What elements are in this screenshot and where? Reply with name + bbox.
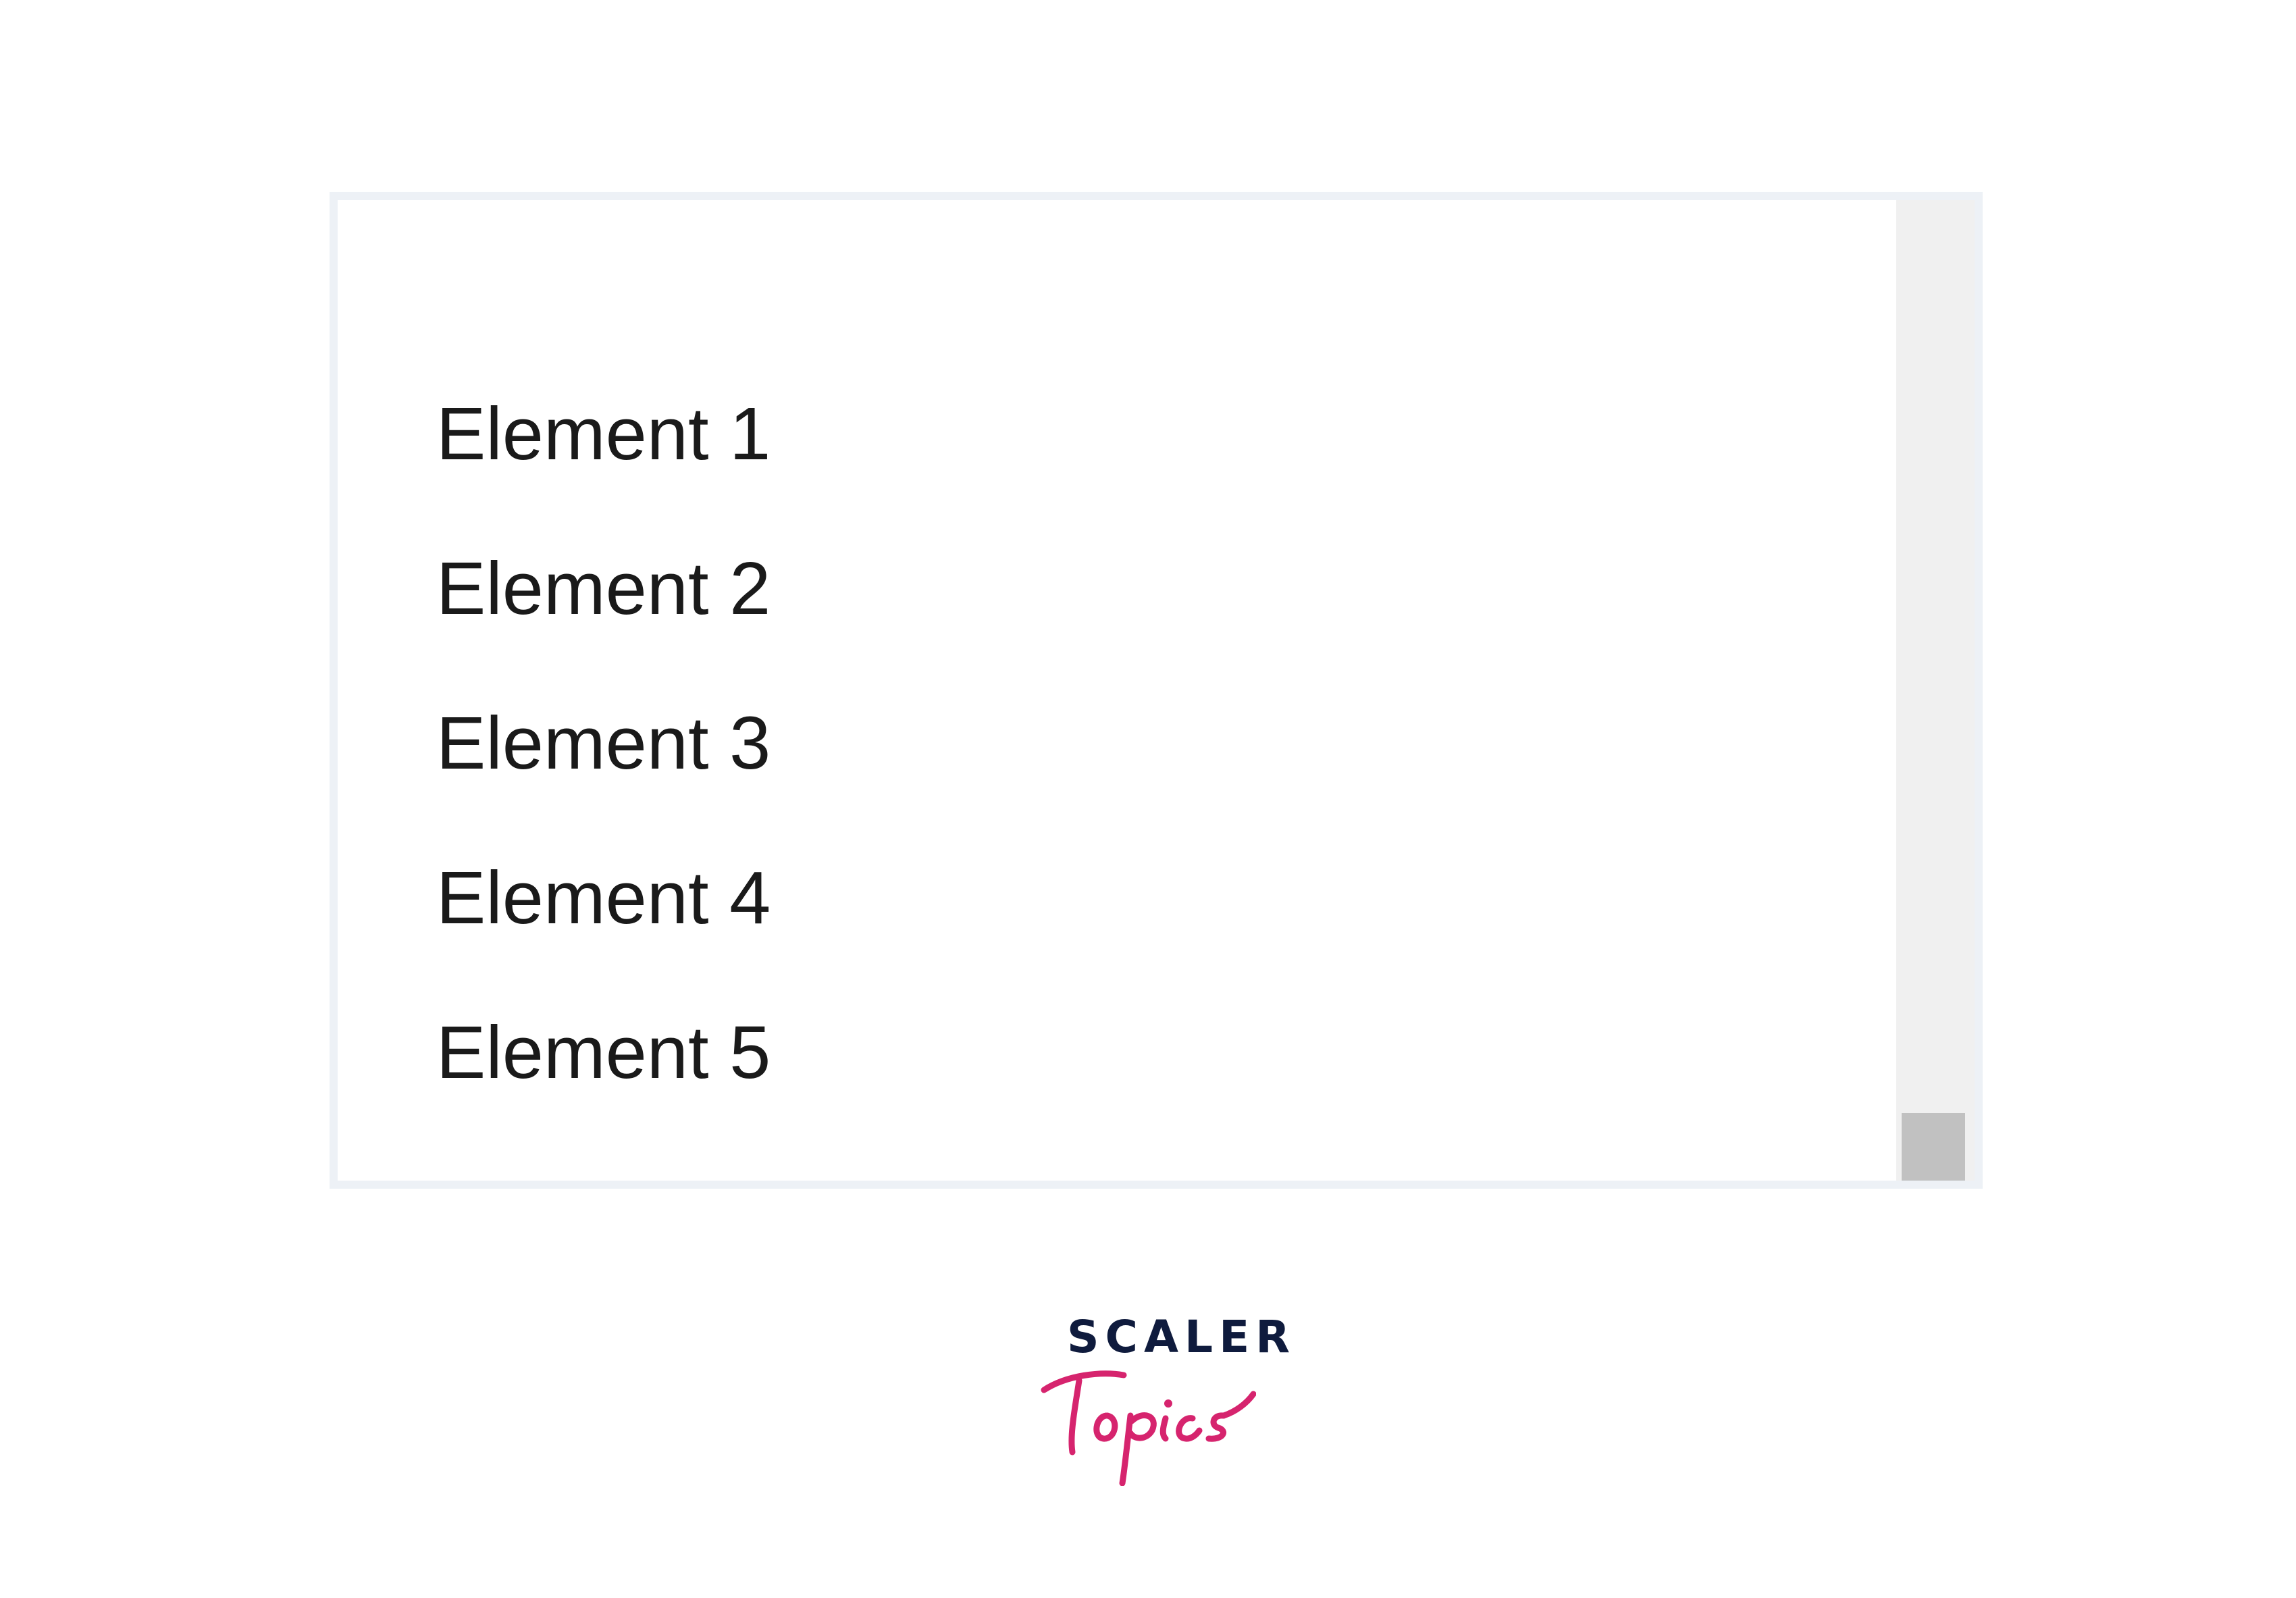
- element-list: Element 1 Element 2 Element 3 Element 4 …: [436, 357, 771, 1130]
- scroll-container[interactable]: Element 1 Element 2 Element 3 Element 4 …: [330, 192, 1983, 1189]
- list-item: Element 5: [436, 1011, 771, 1094]
- list-item: Element 3: [436, 702, 771, 785]
- scrollbar-thumb[interactable]: [1902, 1113, 1965, 1181]
- list-item: Element 1: [436, 392, 771, 475]
- vertical-scrollbar[interactable]: [1896, 200, 1975, 1181]
- logo-script: [1041, 1370, 1256, 1486]
- scaler-topics-logo: SCALER Topics: [1040, 1310, 1290, 1486]
- logo-script-text: Topics: [1040, 1310, 1041, 1311]
- list-item: Element 2: [436, 547, 771, 630]
- list-item: Element 4: [436, 856, 771, 939]
